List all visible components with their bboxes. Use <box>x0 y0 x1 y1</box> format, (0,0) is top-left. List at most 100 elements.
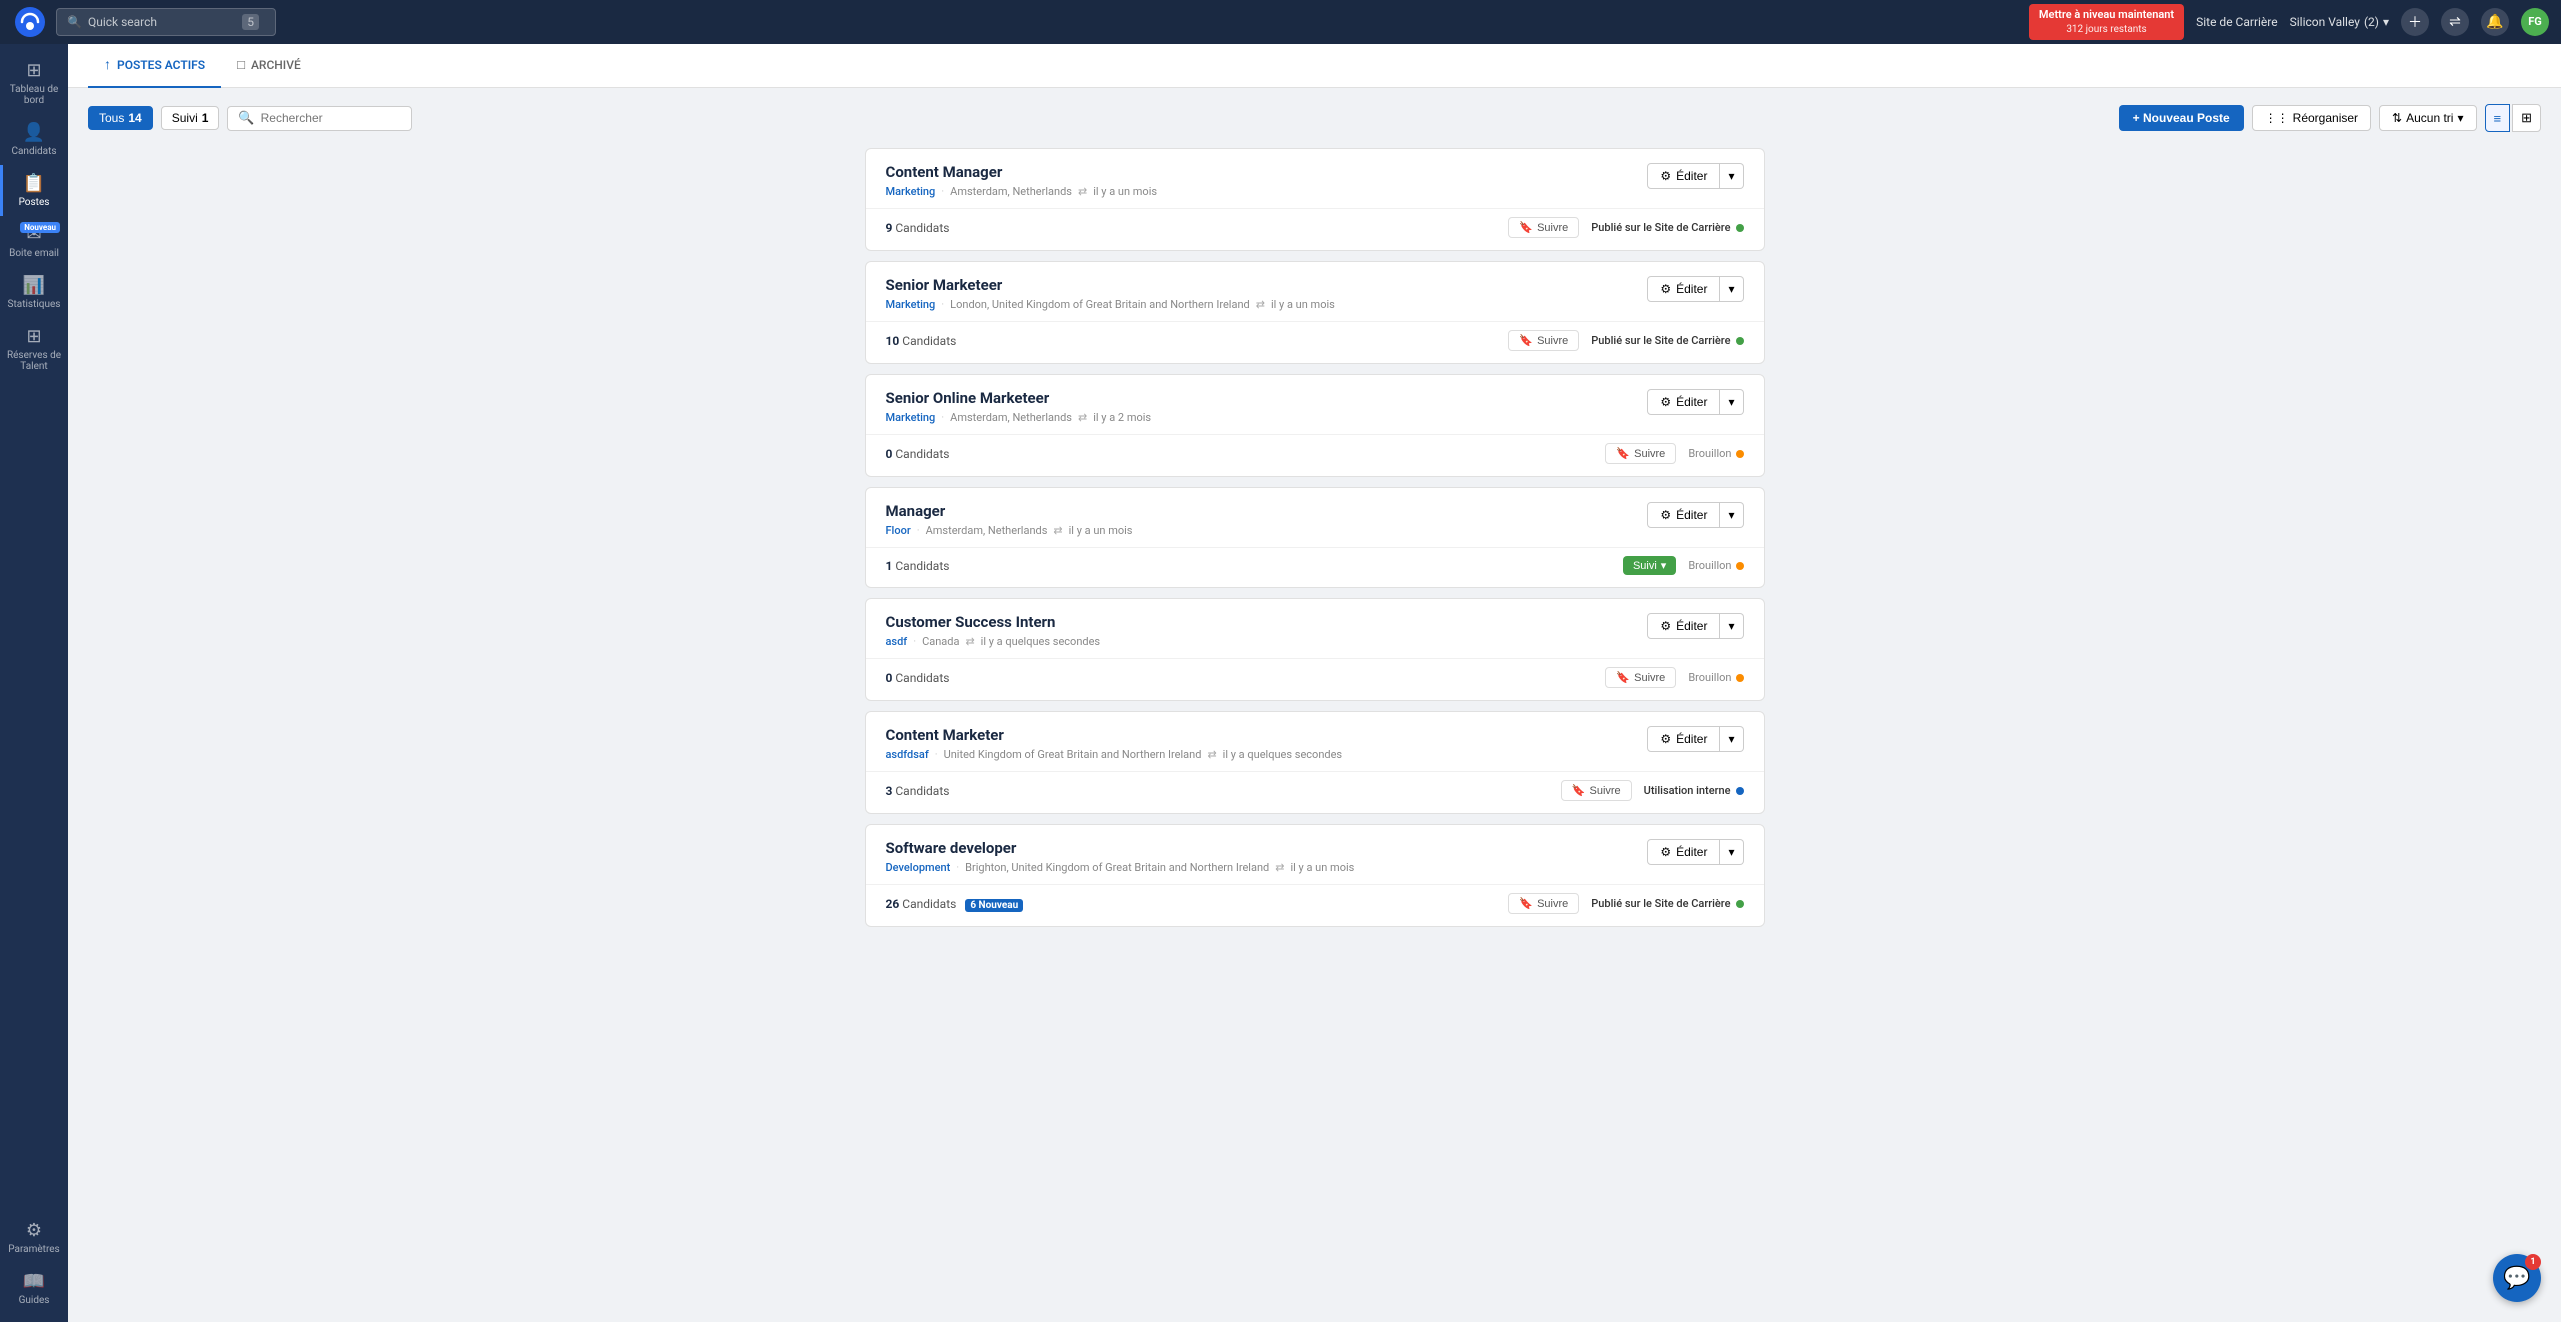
quick-search-bar[interactable]: 🔍 Quick search 5 <box>56 8 276 36</box>
sort-label: Aucun tri <box>2406 111 2453 125</box>
job-title-5[interactable]: Customer Success Intern <box>886 613 1101 631</box>
sidebar-item-reserves[interactable]: ⊞ Réserves de Talent <box>0 318 68 380</box>
sidebar-item-mailbox[interactable]: ✉ Boite email Nouveau <box>0 216 68 267</box>
job-meta-4: Floor · Amsterdam, Netherlands ⇄ il y a … <box>886 524 1133 537</box>
tab-archive[interactable]: □ ARCHIVÉ <box>221 44 317 88</box>
suivre-button-7[interactable]: 🔖 Suivre <box>1508 893 1579 914</box>
reorder-icon: ⋮⋮ <box>2265 111 2289 125</box>
job-title-2[interactable]: Senior Marketeer <box>886 276 1335 294</box>
edit-button-1[interactable]: ⚙ Éditer <box>1647 163 1720 189</box>
suivi-chevron-4: ▾ <box>1661 559 1667 572</box>
suivi-active-button-4[interactable]: Suivi ▾ <box>1623 556 1676 575</box>
edit-button-4[interactable]: ⚙ Éditer <box>1647 502 1720 528</box>
sidebar-item-params[interactable]: ⚙ Paramètres <box>0 1212 68 1263</box>
user-avatar[interactable]: FG <box>2521 8 2549 36</box>
status-badge-3: Brouillon <box>1688 447 1743 460</box>
edit-label-2: Éditer <box>1676 282 1707 296</box>
sidebar-item-dashboard[interactable]: ⊞ Tableau de bord <box>0 52 68 114</box>
job-meta-3: Marketing · Amsterdam, Netherlands ⇄ il … <box>886 411 1152 424</box>
job-search-wrap[interactable]: 🔍 <box>227 106 411 131</box>
job-title-6[interactable]: Content Marketer <box>886 726 1343 744</box>
suivre-label-5: Suivre <box>1634 672 1665 684</box>
job-title-1[interactable]: Content Manager <box>886 163 1158 181</box>
candidates-suffix-2: Candidats <box>902 334 956 348</box>
edit-dropdown-7[interactable]: ▾ <box>1720 839 1743 865</box>
sidebar-item-guides[interactable]: 📖 Guides <box>0 1263 68 1314</box>
job-dept-5: asdf <box>886 635 908 648</box>
job-card-7: Software developer Development · Brighto… <box>865 824 1765 927</box>
chat-widget[interactable]: 💬 1 <box>2493 1254 2541 1302</box>
tous-count: 14 <box>128 111 141 125</box>
new-poste-button[interactable]: + Nouveau Poste <box>2119 105 2244 131</box>
job-card-4: Manager Floor · Amsterdam, Netherlands ⇄… <box>865 487 1765 588</box>
status-badge-5: Brouillon <box>1688 671 1743 684</box>
job-location-3: Amsterdam, Netherlands <box>950 411 1072 424</box>
switch-icon-btn[interactable]: ⇌ <box>2441 8 2469 36</box>
status-label-2: Publié sur le Site de Carrière <box>1591 334 1730 347</box>
suivre-button-2[interactable]: 🔖 Suivre <box>1508 330 1579 351</box>
filter-suivi-button[interactable]: Suivi 1 <box>161 106 220 130</box>
tab-postes-actifs[interactable]: ↑ POSTES ACTIFS <box>88 44 221 88</box>
upgrade-button[interactable]: Mettre à niveau maintenant 312 jours res… <box>2029 4 2184 39</box>
bookmark-icon-6: 🔖 <box>1572 784 1586 797</box>
job-location-4: Amsterdam, Netherlands <box>926 524 1048 537</box>
notification-bell-icon[interactable]: 🔔 <box>2481 8 2509 36</box>
job-title-3[interactable]: Senior Online Marketeer <box>886 389 1152 407</box>
sidebar-item-candidates[interactable]: 👤 Candidats <box>0 114 68 165</box>
edit-button-2[interactable]: ⚙ Éditer <box>1647 276 1720 302</box>
edit-label-5: Éditer <box>1676 619 1707 633</box>
params-icon: ⚙ <box>26 1220 42 1241</box>
job-title-7[interactable]: Software developer <box>886 839 1355 857</box>
new-tag-7: 6 Nouveau <box>965 899 1023 912</box>
bookmark-icon-7: 🔖 <box>1519 897 1533 910</box>
job-actions-7: ⚙ Éditer ▾ <box>1647 839 1743 865</box>
job-actions-3: ⚙ Éditer ▾ <box>1647 389 1743 415</box>
edit-dropdown-4[interactable]: ▾ <box>1720 502 1743 528</box>
edit-dropdown-1[interactable]: ▾ <box>1720 163 1743 189</box>
edit-dropdown-2[interactable]: ▾ <box>1720 276 1743 302</box>
suivre-button-3[interactable]: 🔖 Suivre <box>1605 443 1676 464</box>
suivre-button-5[interactable]: 🔖 Suivre <box>1605 667 1676 688</box>
suivre-button-6[interactable]: 🔖 Suivre <box>1561 780 1632 801</box>
edit-dropdown-3[interactable]: ▾ <box>1720 389 1743 415</box>
site-carriere-link[interactable]: Site de Carrière <box>2196 15 2278 29</box>
edit-button-5[interactable]: ⚙ Éditer <box>1647 613 1720 639</box>
edit-button-7[interactable]: ⚙ Éditer <box>1647 839 1720 865</box>
status-badge-4: Brouillon <box>1688 559 1743 572</box>
view-toggle: ≡ ⊞ <box>2485 104 2542 132</box>
job-actions-6: ⚙ Éditer ▾ <box>1647 726 1743 752</box>
sort-button[interactable]: ⇅ Aucun tri ▾ <box>2379 105 2476 131</box>
edit-button-6[interactable]: ⚙ Éditer <box>1647 726 1720 752</box>
status-badge-2: Publié sur le Site de Carrière <box>1591 334 1743 347</box>
suivre-button-1[interactable]: 🔖 Suivre <box>1508 217 1579 238</box>
add-button[interactable]: ＋ <box>2401 8 2429 36</box>
view-list-button[interactable]: ≡ <box>2485 104 2511 132</box>
edit-dropdown-6[interactable]: ▾ <box>1720 726 1743 752</box>
workspace-selector[interactable]: Silicon Valley (2) ▾ <box>2290 15 2389 29</box>
job-card-1: Content Manager Marketing · Amsterdam, N… <box>865 148 1765 251</box>
status-badge-7: Publié sur le Site de Carrière <box>1591 897 1743 910</box>
logo[interactable] <box>12 4 48 40</box>
sidebar-item-stats[interactable]: 📊 Statistiques <box>0 267 68 318</box>
sidebar-item-postes[interactable]: 📋 Postes <box>0 165 68 216</box>
gear-icon-2: ⚙ <box>1660 282 1671 296</box>
job-actions-5: ⚙ Éditer ▾ <box>1647 613 1743 639</box>
status-dot-2 <box>1736 337 1744 345</box>
job-location-2: London, United Kingdom of Great Britain … <box>950 298 1250 311</box>
suivre-label-6: Suivre <box>1589 785 1620 797</box>
new-badge-mailbox: Nouveau <box>20 222 60 233</box>
candidates-number-6: 3 <box>886 784 893 798</box>
edit-dropdown-5[interactable]: ▾ <box>1720 613 1743 639</box>
view-grid-button[interactable]: ⊞ <box>2512 104 2541 132</box>
edit-label-4: Éditer <box>1676 508 1707 522</box>
job-info-5: Customer Success Intern asdf · Canada ⇄ … <box>886 613 1101 648</box>
job-search-input[interactable] <box>261 111 401 125</box>
job-time-7: il y a un mois <box>1290 861 1354 874</box>
filter-tous-button[interactable]: Tous 14 <box>88 106 153 130</box>
status-badge-6: Utilisation interne <box>1644 784 1744 797</box>
reorganiser-label: Réorganiser <box>2293 111 2358 125</box>
reorganiser-button[interactable]: ⋮⋮ Réorganiser <box>2252 105 2371 131</box>
edit-button-3[interactable]: ⚙ Éditer <box>1647 389 1720 415</box>
job-info-2: Senior Marketeer Marketing · London, Uni… <box>886 276 1335 311</box>
job-title-4[interactable]: Manager <box>886 502 1133 520</box>
